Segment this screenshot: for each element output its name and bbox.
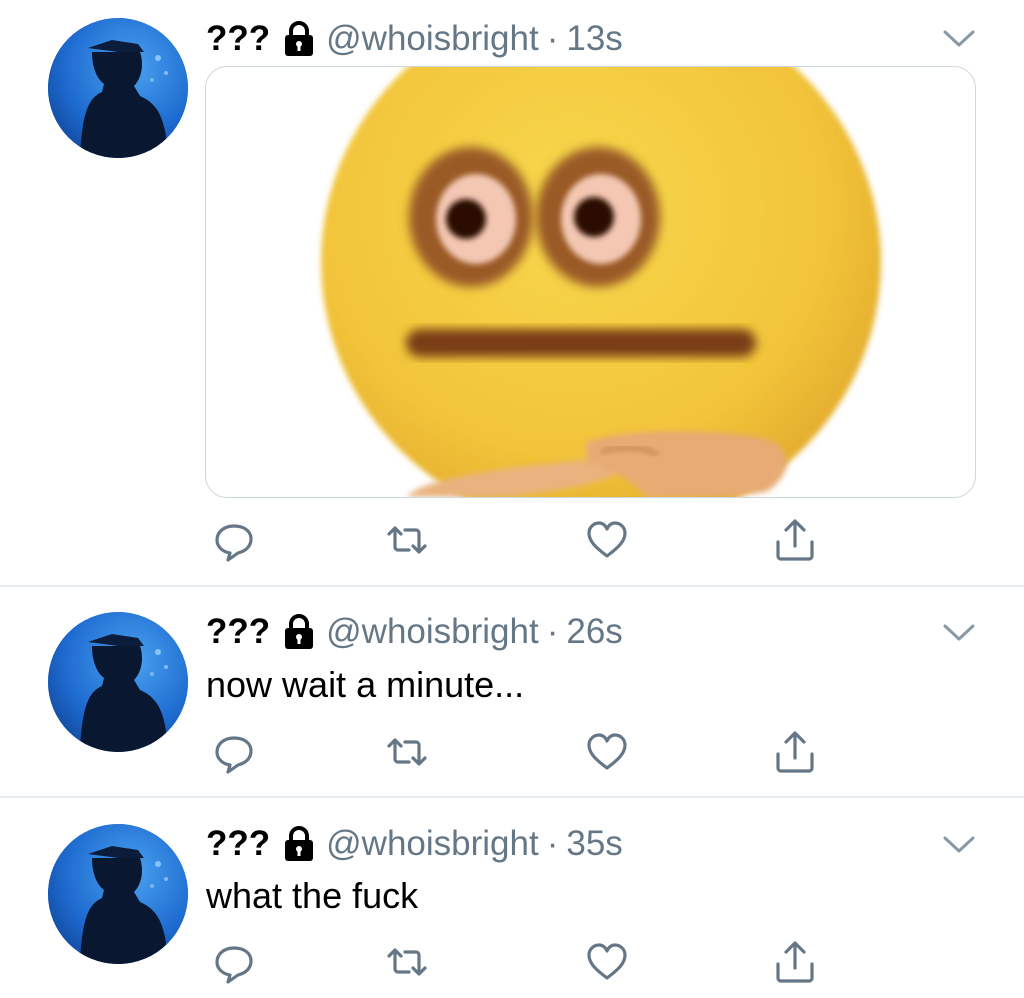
heart-icon[interactable] xyxy=(585,940,629,984)
avatar[interactable] xyxy=(48,18,188,158)
tweet-header: ??? @whoisbright · 26s xyxy=(206,610,623,654)
tweet-1[interactable]: ??? @whoisbright · 13s xyxy=(0,0,1024,586)
share-icon[interactable] xyxy=(773,940,817,984)
tweet-actions xyxy=(0,518,1024,562)
chevron-down-icon[interactable] xyxy=(942,835,976,855)
separator-dot: · xyxy=(546,19,559,58)
tweet-media-image[interactable] xyxy=(205,66,976,498)
reply-icon[interactable] xyxy=(212,730,256,774)
user-handle[interactable]: @whoisbright xyxy=(326,19,539,59)
share-icon[interactable] xyxy=(773,730,817,774)
separator-dot: · xyxy=(546,824,559,863)
display-name[interactable]: ??? xyxy=(206,824,270,864)
tweet-3[interactable]: ??? @whoisbright · 35s what the fuck xyxy=(0,798,1024,998)
share-icon[interactable] xyxy=(773,518,817,562)
divider xyxy=(0,585,1024,587)
tweet-header: ??? @whoisbright · 13s xyxy=(206,17,623,61)
user-handle[interactable]: @whoisbright xyxy=(326,612,539,652)
chevron-down-icon[interactable] xyxy=(942,623,976,643)
heart-icon[interactable] xyxy=(585,730,629,774)
display-name[interactable]: ??? xyxy=(206,19,270,59)
timestamp[interactable]: 35s xyxy=(566,824,622,864)
display-name[interactable]: ??? xyxy=(206,612,270,652)
chevron-down-icon[interactable] xyxy=(942,29,976,49)
retweet-icon[interactable] xyxy=(385,730,429,774)
lock-icon xyxy=(282,826,316,862)
tweet-actions xyxy=(0,730,1024,774)
tweet-text: now wait a minute... xyxy=(206,664,525,705)
lock-icon xyxy=(282,21,316,57)
heart-icon[interactable] xyxy=(585,518,629,562)
reply-icon[interactable] xyxy=(212,940,256,984)
user-handle[interactable]: @whoisbright xyxy=(326,824,539,864)
retweet-icon[interactable] xyxy=(385,940,429,984)
tweet-text: what the fuck xyxy=(206,875,419,916)
timestamp[interactable]: 26s xyxy=(566,612,622,652)
retweet-icon[interactable] xyxy=(385,518,429,562)
cursed-emoji-image xyxy=(321,67,881,497)
tweet-2[interactable]: ??? @whoisbright · 26s now wait a minute… xyxy=(0,588,1024,796)
separator-dot: · xyxy=(546,612,559,651)
tweet-actions xyxy=(0,940,1024,984)
reply-icon[interactable] xyxy=(212,518,256,562)
tweet-header: ??? @whoisbright · 35s xyxy=(206,822,623,866)
timestamp[interactable]: 13s xyxy=(566,19,622,59)
lock-icon xyxy=(282,614,316,650)
